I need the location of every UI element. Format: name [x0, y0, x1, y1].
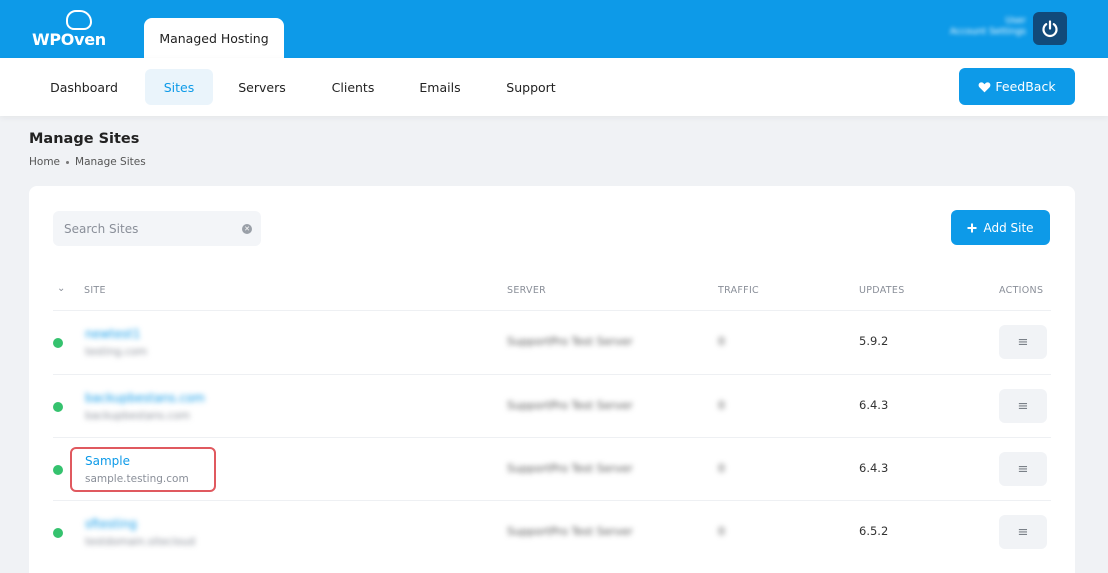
power-button[interactable] [1033, 12, 1067, 45]
site-domain: backupbestans.com [85, 410, 190, 422]
breadcrumb-separator [66, 160, 70, 164]
account-name: User [1005, 16, 1026, 26]
feedback-label: FeedBack [995, 79, 1056, 94]
menu-icon: ≡ [1017, 334, 1029, 350]
table-row: Sample sample.testing.com SupportPro Tes… [53, 437, 1051, 500]
traffic-value: 0 [718, 462, 725, 475]
status-indicator [53, 528, 63, 538]
nav-sites[interactable]: Sites [145, 69, 213, 105]
row-actions-button[interactable]: ≡ [999, 452, 1047, 486]
page-title: Manage Sites [29, 131, 140, 147]
cloud-logo-icon [66, 10, 92, 30]
main-nav: Dashboard Sites Servers Clients Emails S… [0, 58, 1108, 116]
site-domain: sample.testing.com [85, 473, 189, 485]
server-name: SupportPro Test Server [507, 525, 633, 538]
table-row: sftesting testdomain.sitecloud SupportPr… [53, 500, 1051, 563]
row-actions-button[interactable]: ≡ [999, 389, 1047, 423]
menu-icon: ≡ [1017, 524, 1029, 540]
row-actions-button[interactable]: ≡ [999, 325, 1047, 359]
nav-servers[interactable]: Servers [228, 69, 296, 105]
top-bar: WPOven Managed Hosting User Account Sett… [0, 0, 1108, 58]
add-site-button[interactable]: Add Site [951, 210, 1050, 245]
header-site[interactable]: SITE [84, 285, 106, 296]
search-input[interactable] [53, 211, 261, 246]
status-indicator [53, 338, 63, 348]
header-server[interactable]: SERVER [507, 285, 546, 296]
site-domain: testing.com [85, 346, 148, 358]
table-row: backupbestans.com backupbestans.com Supp… [53, 374, 1051, 437]
account-settings-link: Account Settings [949, 27, 1026, 37]
wp-version: 6.4.3 [859, 461, 889, 475]
server-name: SupportPro Test Server [507, 462, 633, 475]
menu-icon: ≡ [1017, 398, 1029, 414]
brand-name: WPOven [32, 30, 106, 49]
add-site-label: Add Site [983, 220, 1034, 235]
breadcrumb-current: Manage Sites [75, 156, 146, 168]
traffic-value: 0 [718, 525, 725, 538]
breadcrumb-home[interactable]: Home [29, 156, 60, 168]
tab-managed-hosting[interactable]: Managed Hosting [144, 18, 284, 58]
plus-icon [967, 223, 977, 232]
feedback-button[interactable]: FeedBack [959, 68, 1075, 105]
heart-icon [979, 81, 991, 92]
server-name: SupportPro Test Server [507, 335, 633, 348]
wp-version: 5.9.2 [859, 334, 889, 348]
header-updates[interactable]: UPDATES [859, 285, 905, 296]
traffic-value: 0 [718, 335, 725, 348]
status-indicator [53, 465, 63, 475]
row-actions-button[interactable]: ≡ [999, 515, 1047, 549]
table-row: newtest1 testing.com SupportPro Test Ser… [53, 310, 1051, 373]
account-menu[interactable]: User Account Settings [940, 16, 1026, 38]
sites-card: ✕ Add Site ⌄ SITE SERVER TRAFFIC UPDATES… [29, 186, 1075, 573]
chevron-down-icon[interactable]: ⌄ [57, 283, 65, 294]
nav-dashboard[interactable]: Dashboard [34, 69, 134, 105]
header-actions: ACTIONS [999, 285, 1044, 296]
clear-icon[interactable]: ✕ [242, 224, 252, 234]
site-name-link[interactable]: sftesting [85, 517, 137, 531]
traffic-value: 0 [718, 399, 725, 412]
menu-icon: ≡ [1017, 461, 1029, 477]
status-indicator [53, 402, 63, 412]
wp-version: 6.4.3 [859, 398, 889, 412]
power-icon [1042, 19, 1058, 37]
wp-version: 6.5.2 [859, 524, 889, 538]
server-name: SupportPro Test Server [507, 399, 633, 412]
header-traffic[interactable]: TRAFFIC [718, 285, 759, 296]
nav-emails[interactable]: Emails [406, 69, 474, 105]
site-name-link[interactable]: newtest1 [85, 327, 140, 341]
site-name-link[interactable]: backupbestans.com [85, 391, 205, 405]
nav-clients[interactable]: Clients [318, 69, 388, 105]
site-name-link[interactable]: Sample [85, 454, 130, 468]
nav-support[interactable]: Support [494, 69, 568, 105]
breadcrumb: Home Manage Sites [29, 156, 146, 168]
site-domain: testdomain.sitecloud [85, 536, 196, 548]
